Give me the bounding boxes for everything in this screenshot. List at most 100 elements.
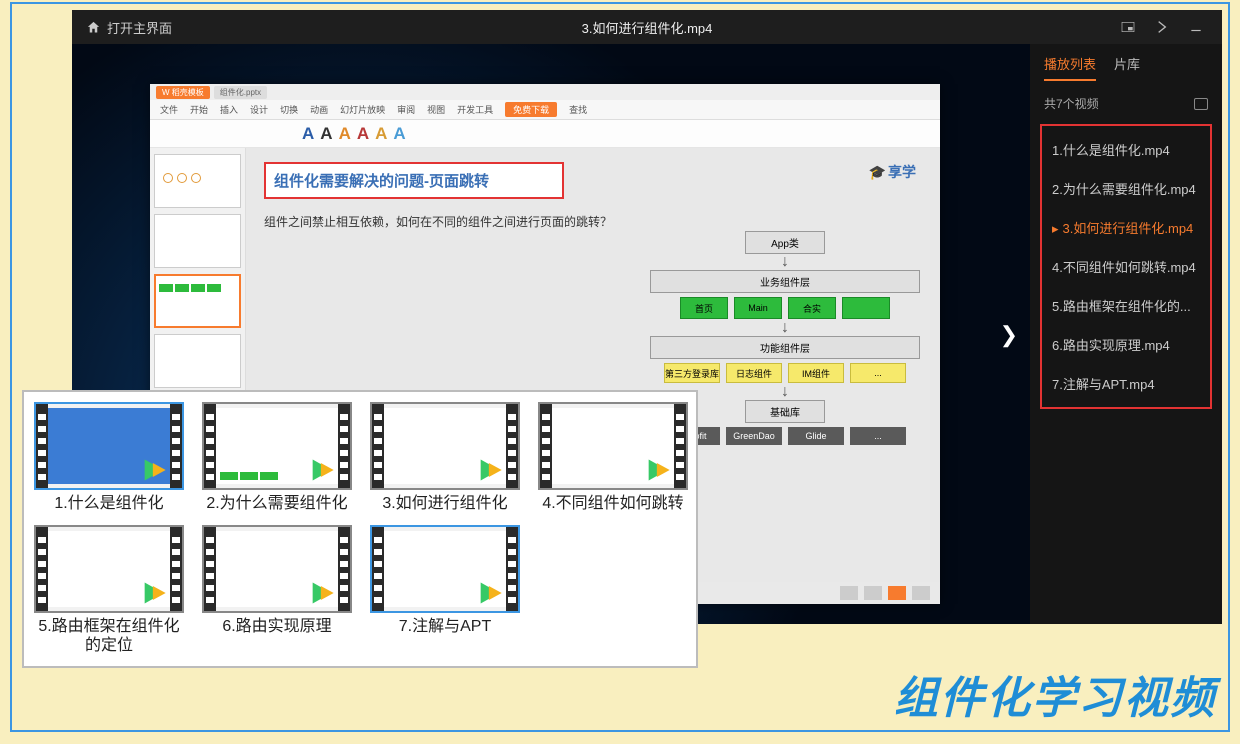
grid-row: 5.路由框架在组件化的定位 6.路由实现原理 7.注解与APT: [34, 525, 686, 655]
playlist-item[interactable]: 1.什么是组件化.mp4: [1042, 130, 1210, 169]
view-button[interactable]: [912, 586, 930, 600]
diagram-box: 日志组件: [726, 363, 782, 383]
minimize-icon[interactable]: [1188, 19, 1204, 35]
titlebar: 打开主界面 3.如何进行组件化.mp4: [72, 10, 1222, 44]
arrow-down-icon: ↓: [650, 323, 920, 333]
menu-item[interactable]: 审阅: [397, 103, 415, 116]
playlist-item[interactable]: 6.路由实现原理.mp4: [1042, 325, 1210, 364]
diagram-box: IM组件: [788, 363, 844, 383]
video-label: 6.路由实现原理: [202, 617, 352, 636]
window-controls: [1120, 19, 1204, 35]
playlist-item[interactable]: 7.注解与APT.mp4: [1042, 364, 1210, 403]
open-main-button[interactable]: 打开主界面: [86, 18, 172, 37]
play-icon: [476, 456, 504, 484]
playlist-sidebar: 播放列表 片库 共7个视频 1.什么是组件化.mp4 2.为什么需要组件化.mp…: [1030, 44, 1222, 624]
ribbon-toolbar: AAAAAA: [150, 120, 940, 148]
menu-item[interactable]: 插入: [220, 103, 238, 116]
window-title: 3.如何进行组件化.mp4: [582, 18, 713, 37]
diagram-box: App类: [745, 231, 825, 254]
grid-item[interactable]: 2.为什么需要组件化: [202, 402, 352, 513]
video-thumb[interactable]: [538, 402, 688, 490]
menu-item[interactable]: 文件: [160, 103, 178, 116]
menu-item[interactable]: 开发工具: [457, 103, 493, 116]
diagram-box: ...: [850, 363, 906, 383]
video-thumb[interactable]: [202, 525, 352, 613]
grid-row: 1.什么是组件化 2.为什么需要组件化 3.如何进行组件化 4.不同组件如何跳转: [34, 402, 686, 513]
menu-item[interactable]: 开始: [190, 103, 208, 116]
detach-icon[interactable]: [1154, 19, 1170, 35]
next-video-arrow[interactable]: ❯: [1000, 322, 1018, 348]
slide-thumb[interactable]: [154, 154, 241, 208]
grid-item[interactable]: 7.注解与APT: [370, 525, 520, 655]
diagram-box: Main: [734, 297, 782, 319]
play-icon: [476, 579, 504, 607]
search-label[interactable]: 查找: [569, 103, 587, 116]
tab-playlist[interactable]: 播放列表: [1044, 54, 1096, 81]
video-thumb[interactable]: [202, 402, 352, 490]
menu-item[interactable]: 切换: [280, 103, 298, 116]
home-icon: [86, 20, 101, 35]
diagram-box: ...: [850, 427, 906, 445]
diagram-box: 功能组件层: [650, 336, 920, 359]
diagram-box: GreenDao: [726, 427, 782, 445]
playlist-item[interactable]: 2.为什么需要组件化.mp4: [1042, 169, 1210, 208]
video-thumb[interactable]: [34, 525, 184, 613]
playlist: 1.什么是组件化.mp4 2.为什么需要组件化.mp4 3.如何进行组件化.mp…: [1040, 124, 1212, 409]
video-grid-panel: 1.什么是组件化 2.为什么需要组件化 3.如何进行组件化 4.不同组件如何跳转…: [22, 390, 698, 668]
grid-item[interactable]: 4.不同组件如何跳转: [538, 402, 688, 513]
playlist-item[interactable]: 4.不同组件如何跳转.mp4: [1042, 247, 1210, 286]
app-tab[interactable]: 组件化.pptx: [214, 86, 267, 99]
slide-thumb[interactable]: [154, 214, 241, 268]
grid-item[interactable]: 6.路由实现原理: [202, 525, 352, 655]
logo: 享学: [869, 162, 916, 182]
play-icon: [140, 579, 168, 607]
diagram-box: 首页: [680, 297, 728, 319]
grid-item[interactable]: 1.什么是组件化: [34, 402, 184, 513]
grid-item[interactable]: 3.如何进行组件化: [370, 402, 520, 513]
slide-thumb[interactable]: [154, 334, 241, 388]
video-thumb[interactable]: [34, 402, 184, 490]
playlist-count-row: 共7个视频: [1030, 89, 1222, 118]
grid-item[interactable]: 5.路由框架在组件化的定位: [34, 525, 184, 655]
app-tabbar: W 稻壳模板 组件化.pptx: [150, 84, 940, 100]
diagram-box: [842, 297, 890, 319]
download-button[interactable]: 免费下载: [505, 102, 557, 117]
font-style-samples[interactable]: AAAAAA: [302, 124, 412, 144]
video-thumb[interactable]: [370, 525, 520, 613]
menu-item[interactable]: 动画: [310, 103, 328, 116]
playlist-item[interactable]: 3.如何进行组件化.mp4: [1042, 208, 1210, 247]
play-icon: [308, 579, 336, 607]
video-label: 1.什么是组件化: [34, 494, 184, 513]
playlist-item[interactable]: 5.路由框架在组件化的...: [1042, 286, 1210, 325]
menu-item[interactable]: 幻灯片放映: [340, 103, 385, 116]
view-button[interactable]: [864, 586, 882, 600]
video-label: 5.路由框架在组件化的定位: [34, 617, 184, 655]
menu-item[interactable]: 设计: [250, 103, 268, 116]
ribbon-menu: 文件 开始 插入 设计 切换 动画 幻灯片放映 审阅 视图 开发工具 免费下载 …: [150, 100, 940, 120]
page-big-title: 组件化学习视频: [894, 662, 1216, 726]
diagram-box: 合实: [788, 297, 836, 319]
slide-title-box[interactable]: 组件化需要解决的问题-页面跳转: [264, 162, 564, 199]
tab-library[interactable]: 片库: [1114, 54, 1140, 81]
folder-icon[interactable]: [1194, 98, 1208, 110]
view-button[interactable]: [840, 586, 858, 600]
diagram-box: Glide: [788, 427, 844, 445]
app-tab[interactable]: W 稻壳模板: [156, 86, 210, 99]
play-button[interactable]: [888, 586, 906, 600]
play-icon: [308, 456, 336, 484]
slide-thumb[interactable]: [154, 274, 241, 328]
play-icon: [644, 456, 672, 484]
video-label: 2.为什么需要组件化: [202, 494, 352, 513]
video-count: 共7个视频: [1044, 95, 1099, 112]
sidebar-tabs: 播放列表 片库: [1030, 44, 1222, 89]
video-thumb[interactable]: [370, 402, 520, 490]
diagram-box: 业务组件层: [650, 270, 920, 293]
diagram-box: 基础库: [745, 400, 825, 423]
menu-item[interactable]: 视图: [427, 103, 445, 116]
diagram-box: 第三方登录库: [664, 363, 720, 383]
slide-title: 组件化需要解决的问题-页面跳转: [274, 173, 489, 190]
play-icon: [140, 456, 168, 484]
arrow-down-icon: ↓: [650, 257, 920, 267]
video-label: 3.如何进行组件化: [370, 494, 520, 513]
pip-icon[interactable]: [1120, 19, 1136, 35]
